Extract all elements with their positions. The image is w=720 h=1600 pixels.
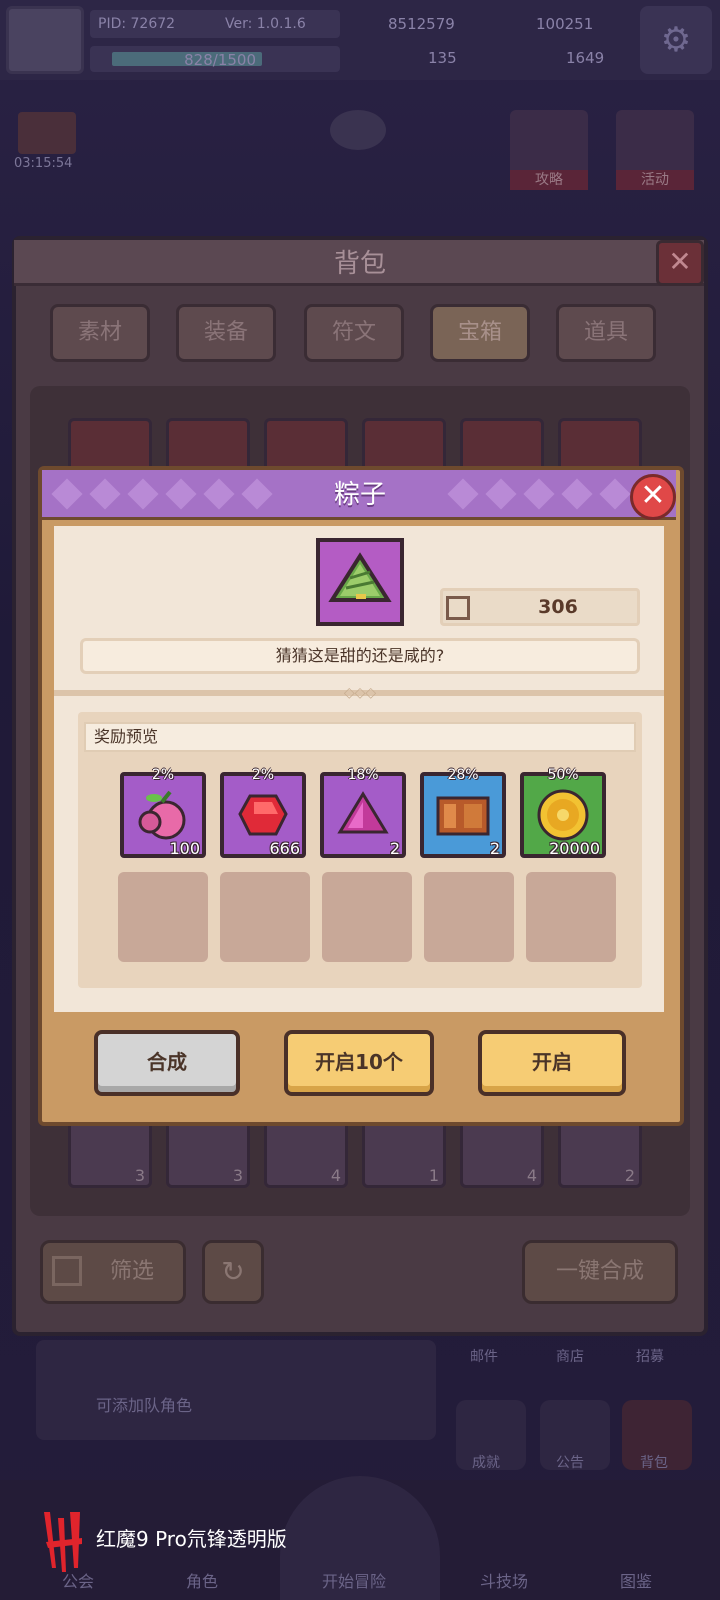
achievement-label: 成就 bbox=[472, 1455, 500, 1471]
reward-chance: 18% bbox=[347, 767, 379, 783]
tab-equipment[interactable]: 装备 bbox=[176, 304, 276, 362]
reward-slot[interactable]: 2% 100 bbox=[120, 768, 206, 858]
tab-props[interactable]: 道具 bbox=[556, 304, 656, 362]
reward-slot[interactable]: 28% 2 bbox=[420, 768, 506, 858]
notice-label: 公告 bbox=[556, 1455, 584, 1471]
reward-preview-label: 奖励预览 bbox=[84, 722, 636, 752]
reward-qty: 20000 bbox=[549, 839, 600, 858]
slot-count: 3 bbox=[134, 1166, 145, 1185]
currency-gem: 100251 bbox=[536, 15, 594, 33]
slot-count: 3 bbox=[232, 1166, 243, 1185]
slot-count: 1 bbox=[428, 1166, 439, 1185]
currency-gold: 8512579 bbox=[388, 15, 455, 33]
gift-icon[interactable] bbox=[18, 112, 76, 154]
combine-button[interactable]: 合成 bbox=[94, 1030, 240, 1096]
player-avatar[interactable] bbox=[6, 6, 84, 74]
mail-label[interactable]: 邮件 bbox=[470, 1346, 498, 1366]
bag-label: 背包 bbox=[640, 1455, 668, 1471]
zongzi-item-icon bbox=[316, 538, 404, 626]
slot-count: 2 bbox=[624, 1166, 635, 1185]
team-panel[interactable] bbox=[36, 1340, 436, 1440]
events-label: 活动 bbox=[616, 170, 694, 190]
reward-qty: 2 bbox=[389, 839, 400, 858]
reward-chance: 50% bbox=[547, 767, 579, 783]
nav-hero[interactable]: 角色 bbox=[186, 1568, 218, 1592]
recruit-label[interactable]: 招募 bbox=[636, 1346, 664, 1366]
open-button[interactable]: 开启 bbox=[478, 1030, 626, 1096]
popup-title: 粽子 bbox=[333, 480, 386, 510]
empty-reward-slot bbox=[220, 872, 310, 962]
slot-count: 4 bbox=[526, 1166, 537, 1185]
watermark-text: 红魔9 Pro氘锋透明版 bbox=[96, 1527, 287, 1551]
item-description: 猜猜这是甜的还是咸的? bbox=[80, 638, 640, 674]
team-hint: 可添加队角色 bbox=[96, 1396, 193, 1415]
nav-adventure[interactable]: 开始冒险 bbox=[322, 1568, 386, 1592]
popup-close-icon[interactable]: ✕ bbox=[630, 474, 676, 520]
backpack-title: 背包 bbox=[333, 249, 386, 279]
currency-key: 1649 bbox=[566, 49, 605, 67]
tab-runes[interactable]: 符文 bbox=[304, 304, 404, 362]
reward-qty: 2 bbox=[489, 839, 500, 858]
empty-reward-slot bbox=[526, 872, 616, 962]
exp-text: 828/1500 bbox=[184, 51, 256, 69]
tab-materials[interactable]: 素材 bbox=[50, 304, 150, 362]
center-emblem-icon bbox=[330, 110, 386, 150]
reward-slot[interactable]: 18% 2 bbox=[320, 768, 406, 858]
shop-label[interactable]: 商店 bbox=[556, 1346, 584, 1366]
grid-icon bbox=[52, 1256, 82, 1286]
refresh-icon[interactable]: ↻ bbox=[202, 1240, 264, 1304]
inventory-icon bbox=[446, 596, 470, 620]
settings-gear-icon[interactable]: ⚙ bbox=[640, 6, 712, 74]
empty-reward-slot bbox=[322, 872, 412, 962]
reward-chance: 28% bbox=[447, 767, 479, 783]
guide-label: 攻略 bbox=[510, 170, 588, 190]
combine-all-button[interactable]: 一键合成 bbox=[522, 1240, 678, 1304]
reward-slot[interactable]: 2% 666 bbox=[220, 768, 306, 858]
empty-reward-slot bbox=[424, 872, 514, 962]
empty-reward-slot bbox=[118, 872, 208, 962]
guide-button[interactable]: 攻略 bbox=[510, 110, 588, 190]
reward-slot[interactable]: 50% 20000 bbox=[520, 768, 606, 858]
reward-qty: 666 bbox=[269, 839, 300, 858]
reward-chance: 2% bbox=[251, 767, 275, 783]
brand-logo-icon bbox=[40, 1508, 86, 1576]
divider-ornament-icon: ◇◇◇ bbox=[343, 685, 377, 701]
open-ten-button[interactable]: 开启10个 bbox=[284, 1030, 434, 1096]
slot-count: 4 bbox=[330, 1166, 341, 1185]
filter-label: 筛选 bbox=[109, 1259, 154, 1284]
tab-chests[interactable]: 宝箱 bbox=[430, 304, 530, 362]
reward-chance: 2% bbox=[151, 767, 175, 783]
currency-clover: 135 bbox=[428, 49, 457, 67]
nav-arena[interactable]: 斗技场 bbox=[480, 1568, 528, 1592]
nav-codex[interactable]: 图鉴 bbox=[620, 1568, 652, 1592]
reward-qty: 100 bbox=[169, 839, 200, 858]
events-button[interactable]: 活动 bbox=[616, 110, 694, 190]
owned-count: 306 bbox=[538, 596, 578, 618]
event-timer: 03:15:54 bbox=[14, 156, 73, 171]
version-label: Ver: 1.0.1.6 bbox=[225, 16, 306, 32]
backpack-close-icon[interactable]: ✕ bbox=[656, 240, 704, 286]
